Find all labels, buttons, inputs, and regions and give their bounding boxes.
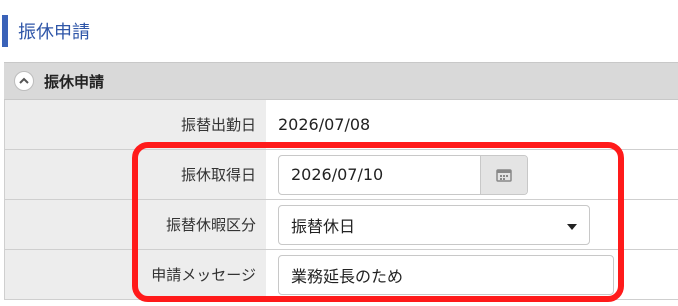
leave-type-selected[interactable]: 振替休日	[291, 213, 355, 237]
page-title-bar: 振休申請	[0, 14, 678, 48]
row-leave-type: 振替休暇区分 振替休日	[4, 200, 678, 250]
chevron-up-icon[interactable]	[14, 71, 34, 91]
row-leave-date: 振休取得日 2026/07/10	[4, 150, 678, 200]
row-work-date: 振替出勤日 2026/07/08	[4, 100, 678, 150]
section-title: 振休申請	[44, 72, 105, 91]
title-accent-bar	[2, 15, 8, 47]
work-date-label: 振替出勤日	[4, 100, 266, 149]
leave-date-label: 振休取得日	[4, 150, 266, 199]
leave-type-select[interactable]: 振替休日	[278, 204, 590, 245]
leave-date-input[interactable]: 2026/07/10	[278, 154, 528, 195]
leave-date-value[interactable]: 2026/07/10	[279, 165, 480, 184]
leave-form: 振替出勤日 2026/07/08 振休取得日 2026/07/10 振替休暇区分…	[4, 100, 678, 300]
section-header[interactable]: 振休申請	[4, 62, 678, 100]
work-date-value: 2026/07/08	[278, 115, 371, 134]
page-title: 振休申請	[18, 22, 90, 43]
message-label: 申請メッセージ	[4, 250, 266, 299]
leave-type-label: 振替休暇区分	[4, 200, 266, 249]
calendar-icon[interactable]	[480, 155, 527, 194]
caret-down-icon[interactable]	[567, 215, 577, 234]
row-message: 申請メッセージ 業務延長のため	[4, 250, 678, 300]
message-value[interactable]: 業務延長のため	[291, 263, 403, 287]
message-input[interactable]: 業務延長のため	[278, 254, 614, 295]
